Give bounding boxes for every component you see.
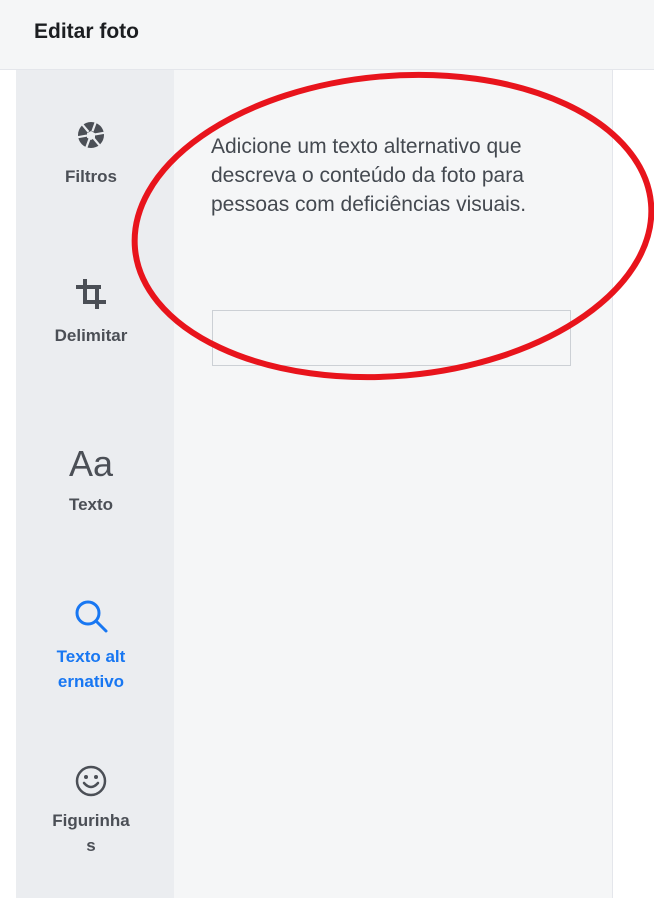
dialog-header: Editar foto <box>0 0 654 70</box>
text-aa-icon: Aa <box>68 443 114 484</box>
search-icon <box>73 598 109 634</box>
crop-icon <box>74 277 108 311</box>
alt-text-description: Adicione um texto alternativo que descre… <box>211 135 527 216</box>
tool-filtros[interactable]: Filtros <box>16 118 166 189</box>
tool-delimitar[interactable]: Delimitar <box>16 277 166 348</box>
edit-photo-dialog: Editar foto Filtros Delimitar Aa Texto T… <box>0 0 654 908</box>
alt-text-input[interactable] <box>212 310 571 366</box>
tool-label: Figurinhas <box>52 811 130 855</box>
smiley-icon <box>74 764 108 798</box>
tool-texto-alternativo[interactable]: Texto alternativo <box>16 598 166 694</box>
tools-sidebar: Filtros Delimitar Aa Texto Texto alterna… <box>16 70 188 898</box>
tool-label: Delimitar <box>54 326 128 345</box>
tool-texto[interactable]: Aa Texto <box>16 444 166 517</box>
aperture-icon <box>74 118 108 152</box>
right-gutter <box>612 70 654 898</box>
tool-label: Texto alternativo <box>56 647 126 691</box>
dialog-title: Editar foto <box>34 20 139 43</box>
tool-label: Texto <box>68 495 114 514</box>
alt-text-panel: Adicione um texto alternativo que descre… <box>174 70 612 898</box>
tool-figurinhas[interactable]: Figurinhas <box>16 764 166 858</box>
tool-label: Filtros <box>65 167 117 186</box>
